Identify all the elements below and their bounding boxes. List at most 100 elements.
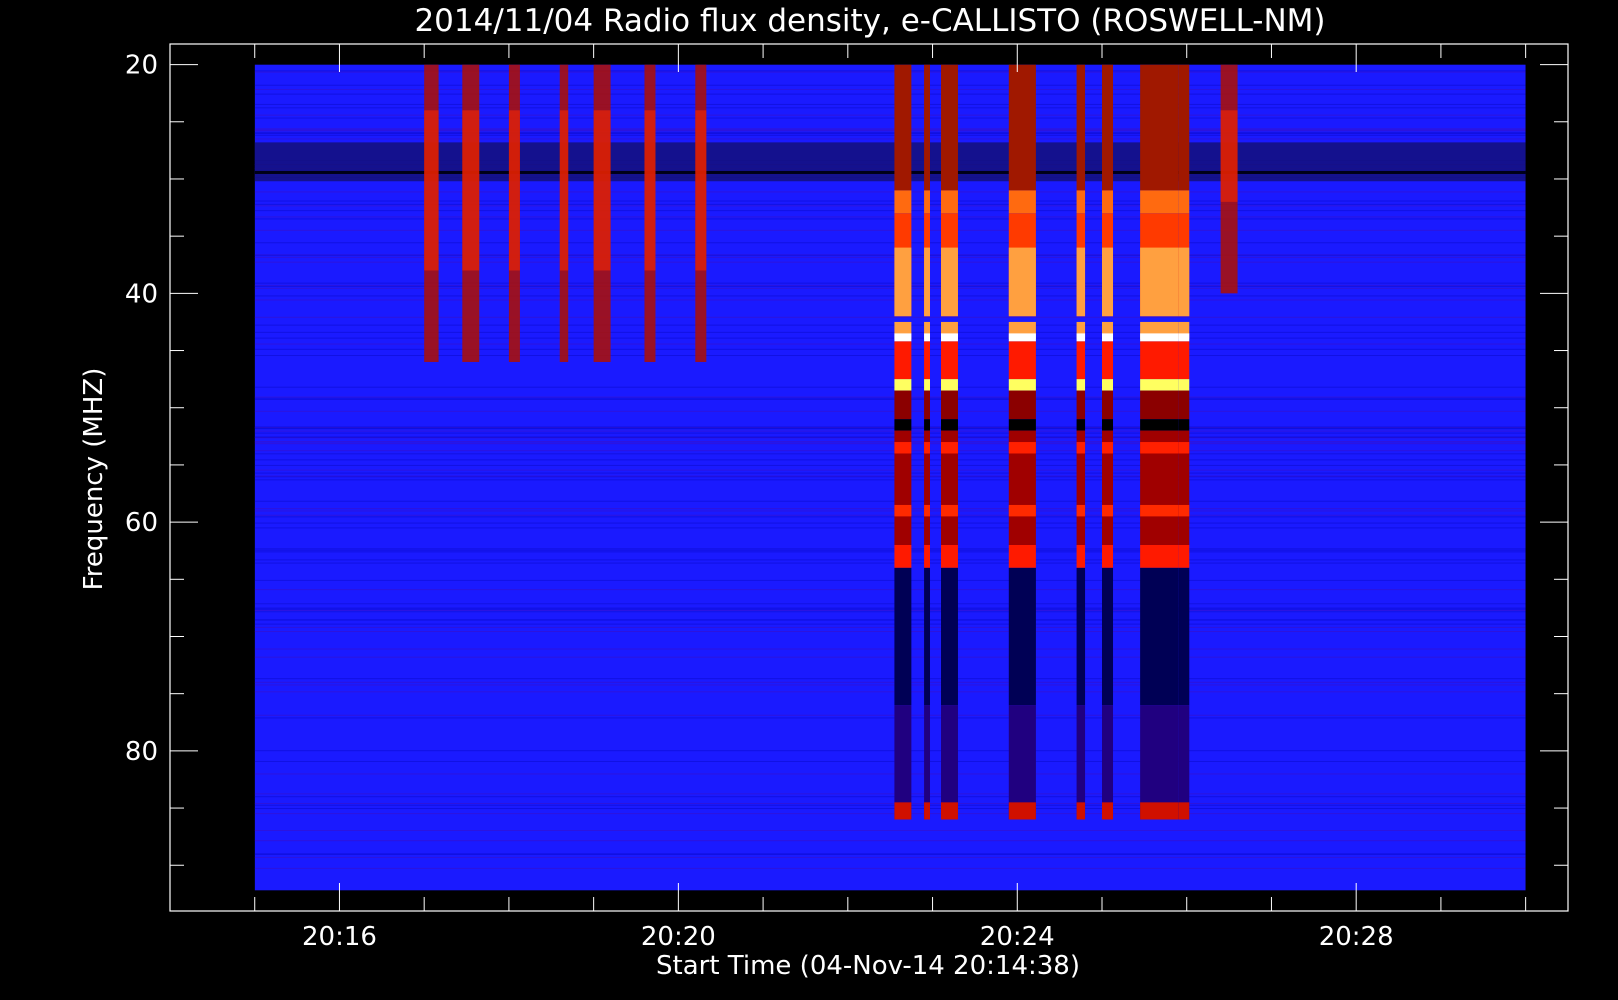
noise-band (254, 469, 1526, 471)
strong-burst-band (1140, 333, 1179, 342)
noise-band (254, 508, 1526, 510)
strong-burst-band (941, 247, 958, 317)
noise-band (254, 355, 1526, 357)
noise-band (254, 386, 1526, 388)
noise-band (254, 430, 1526, 432)
strong-burst-band (941, 341, 958, 380)
strong-burst-band (1102, 802, 1114, 820)
strong-burst-band (1178, 341, 1190, 380)
strong-burst-band (924, 247, 931, 317)
noise-band (254, 129, 1526, 131)
strong-burst-band (924, 190, 931, 214)
strong-burst-band (1178, 544, 1190, 568)
noise-band (254, 804, 1526, 806)
strong-burst-band (1140, 390, 1179, 420)
strong-burst-band (1008, 504, 1036, 517)
strong-burst-band (941, 390, 958, 420)
noise-band (254, 437, 1526, 439)
strong-burst-band (894, 333, 912, 342)
strong-burst-band (1076, 341, 1086, 380)
y-tick-label: 60 (125, 508, 158, 538)
noise-band (254, 107, 1526, 109)
noise-band (254, 691, 1526, 693)
strong-burst-band (894, 390, 912, 420)
noise-band (254, 623, 1526, 625)
noise-band (254, 549, 1526, 551)
noise-band (254, 284, 1526, 286)
strong-burst-band (924, 379, 931, 391)
strong-burst-band (941, 504, 958, 517)
strong-burst-band (1140, 504, 1179, 517)
strong-burst-band (1102, 567, 1114, 706)
noise-band (254, 295, 1526, 297)
strong-burst-band (1178, 64, 1190, 191)
strong-burst-band (1178, 567, 1190, 706)
noise-band (254, 282, 1526, 284)
strong-burst-band (941, 442, 958, 454)
strong-burst-band (1178, 504, 1190, 517)
noise-band (254, 70, 1526, 72)
strong-burst-band (1008, 190, 1036, 214)
x-tick-label: 20:16 (302, 922, 377, 952)
noise-band (254, 656, 1526, 658)
strong-burst-band (941, 802, 958, 820)
noise-band (254, 285, 1526, 287)
noise-band (254, 205, 1526, 207)
noise-band (254, 773, 1526, 775)
x-tick-label: 20:20 (641, 922, 716, 952)
chart-title: 2014/11/04 Radio flux density, e-CALLIST… (414, 3, 1325, 39)
strong-burst-band (1076, 64, 1086, 191)
interference-line (254, 170, 1526, 174)
noise-band (254, 527, 1526, 529)
noise-band (254, 678, 1526, 680)
strong-burst-band (1178, 190, 1190, 214)
spectrogram-background (254, 64, 1526, 891)
noise-band (254, 84, 1526, 86)
strong-burst-band (894, 419, 912, 431)
noise-band (254, 287, 1526, 289)
strong-burst-band (941, 544, 958, 568)
strong-burst-band (1178, 333, 1190, 342)
strong-burst-band (924, 341, 931, 380)
strong-burst-band (1076, 419, 1086, 431)
noise-band (254, 117, 1526, 119)
strong-burst-band (1102, 247, 1114, 317)
y-axis-label: Frequency (MHZ) (79, 368, 109, 591)
noise-band (254, 500, 1526, 502)
noise-band (254, 331, 1526, 333)
noise-band (254, 71, 1526, 73)
noise-band (254, 510, 1526, 512)
strong-burst-band (1102, 379, 1114, 391)
strong-burst-band (894, 504, 912, 517)
noise-band (254, 608, 1526, 610)
y-tick-label: 40 (125, 279, 158, 309)
strong-burst-band (1076, 333, 1086, 342)
noise-band (254, 717, 1526, 719)
noise-band (254, 609, 1526, 611)
strong-burst-band (1076, 802, 1086, 820)
strong-burst-band (924, 419, 931, 431)
noise-band (254, 443, 1526, 445)
strong-burst-band (1076, 567, 1086, 706)
noise-band (254, 132, 1526, 134)
noise-band (254, 813, 1526, 815)
x-axis-label: Start Time (04-Nov-14 20:14:38) (656, 951, 1080, 981)
noise-band (254, 410, 1526, 412)
noise-band (254, 103, 1526, 105)
noise-band (254, 210, 1526, 212)
noise-band (254, 714, 1526, 716)
strong-burst-band (894, 379, 912, 391)
y-tick-label: 80 (125, 737, 158, 767)
strong-burst-band (941, 333, 958, 342)
strong-burst-band (1008, 802, 1036, 820)
noise-band (254, 681, 1526, 683)
strong-burst-band (1102, 64, 1114, 191)
noise-band (254, 631, 1526, 633)
noise-band (254, 114, 1526, 116)
strong-burst-band (941, 190, 958, 214)
noise-band (254, 603, 1526, 605)
strong-burst-band (1008, 64, 1036, 191)
strong-burst-band (1102, 390, 1114, 420)
noise-band (254, 130, 1526, 132)
strong-burst-band (894, 341, 912, 380)
